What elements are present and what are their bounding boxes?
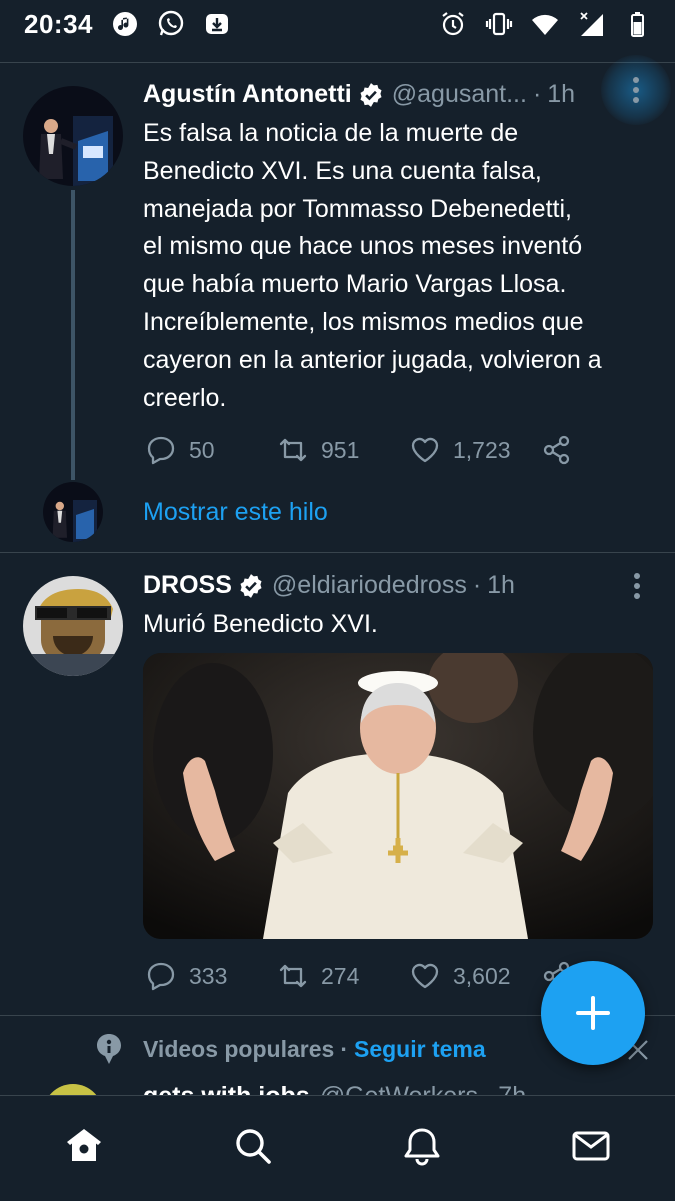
separator-dot: · xyxy=(532,80,542,108)
verified-icon xyxy=(240,573,262,598)
retweet-count: 274 xyxy=(321,962,360,989)
share-icon xyxy=(543,435,570,465)
author-name[interactable]: DROSS xyxy=(143,571,232,600)
reply-icon xyxy=(147,962,175,991)
follow-topic-link[interactable]: Seguir tema xyxy=(354,1036,486,1063)
retweet-count: 951 xyxy=(321,436,360,463)
like-button[interactable]: 1,723 xyxy=(409,434,541,466)
status-time: 20:34 xyxy=(24,8,93,39)
top-divider xyxy=(0,62,675,63)
home-icon[interactable] xyxy=(63,1125,105,1172)
tweet-time[interactable]: 1h xyxy=(547,80,575,109)
peek-time: 7h xyxy=(498,1082,527,1096)
status-right xyxy=(439,10,651,38)
battery-icon xyxy=(623,10,651,38)
like-count: 1,723 xyxy=(453,436,511,463)
topic-separator: · xyxy=(340,1035,348,1062)
peek-handle: @GetWorkers xyxy=(319,1082,478,1096)
reply-button[interactable]: 50 xyxy=(145,434,277,466)
tweet-text: Murió Benedicto XVI. xyxy=(143,610,378,638)
topic-label: Videos populares xyxy=(143,1035,335,1062)
topic-row: Videos populares · Seguir tema xyxy=(95,1032,486,1066)
reply-count: 50 xyxy=(189,436,215,463)
search-icon[interactable] xyxy=(232,1125,274,1172)
status-left: 20:34 xyxy=(24,9,231,40)
show-thread-link[interactable]: Mostrar este hilo xyxy=(143,498,328,527)
peek-author: gets with jobs xyxy=(143,1082,310,1096)
status-bar: 20:34 xyxy=(0,0,675,48)
reply-count: 333 xyxy=(189,962,228,989)
tweet-header: Agustín Antonetti @agusant... · 1h xyxy=(143,80,575,109)
like-button[interactable]: 3,602 xyxy=(409,960,541,992)
topic-icon xyxy=(97,1034,121,1064)
retweet-button[interactable]: 274 xyxy=(277,960,409,992)
tweet-text: Es falsa la noticia de la muerte de Bene… xyxy=(143,119,602,412)
peek-header: gets with jobs @GetWorkers · 7h xyxy=(143,1082,526,1096)
heart-icon xyxy=(411,437,439,463)
plus-icon xyxy=(576,996,610,1030)
like-count: 3,602 xyxy=(453,962,511,989)
tweet-image[interactable] xyxy=(143,653,653,939)
next-tweet-peek: gets with jobs @GetWorkers · 7h xyxy=(0,1070,675,1096)
retweet-icon xyxy=(279,964,307,988)
thread-line xyxy=(71,190,75,480)
author-name[interactable]: Agustín Antonetti xyxy=(143,80,352,109)
reply-icon xyxy=(147,436,175,465)
signal-icon xyxy=(577,10,605,38)
verified-icon xyxy=(360,82,382,107)
whatsapp-icon xyxy=(157,10,185,38)
download-icon xyxy=(203,10,231,38)
heart-icon xyxy=(411,963,439,989)
thread-avatar[interactable] xyxy=(43,482,103,542)
vibrate-icon xyxy=(485,10,513,38)
compose-tweet-button[interactable] xyxy=(541,961,645,1065)
retweet-button[interactable]: 951 xyxy=(277,434,409,466)
alarm-icon xyxy=(439,10,467,38)
more-options-icon[interactable] xyxy=(617,566,657,606)
tweet-divider xyxy=(0,552,675,553)
separator-dot: · xyxy=(483,1082,493,1096)
notifications-icon[interactable] xyxy=(401,1125,443,1172)
tweet-actions: 333 274 3,602 xyxy=(145,960,573,992)
avatar-agustin[interactable] xyxy=(23,86,123,186)
bottom-nav xyxy=(0,1095,675,1201)
author-handle[interactable]: @eldiariodedross xyxy=(272,571,467,600)
avatar-dross[interactable] xyxy=(23,576,123,676)
wifi-icon xyxy=(531,10,559,38)
reply-button[interactable]: 333 xyxy=(145,960,277,992)
messages-icon[interactable] xyxy=(570,1125,612,1172)
tweet-time[interactable]: 1h xyxy=(487,571,515,600)
tweet-actions: 50 951 1,723 xyxy=(145,434,573,466)
music-icon xyxy=(111,10,139,38)
author-handle[interactable]: @agusant... xyxy=(392,80,527,109)
separator-dot: · xyxy=(472,571,482,599)
retweet-icon xyxy=(279,438,307,462)
share-button[interactable] xyxy=(541,434,573,466)
tweet-header: DROSS @eldiariodedross · 1h xyxy=(143,571,515,600)
